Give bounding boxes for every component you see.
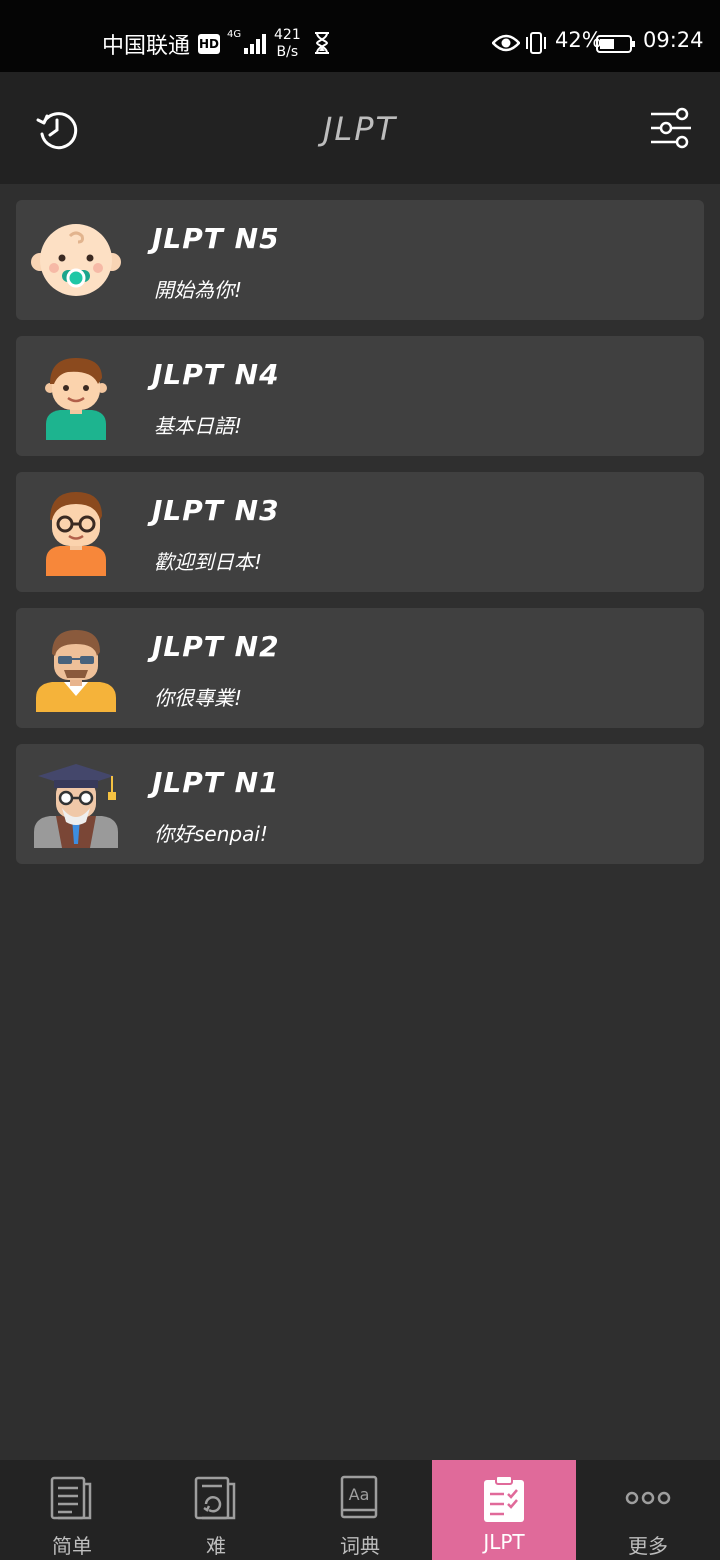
- nav-label: JLPT: [483, 1530, 525, 1554]
- man-avatar-icon: [36, 630, 116, 712]
- nav-label: 词典: [340, 1534, 380, 1558]
- signal-icon: [240, 32, 266, 54]
- level-card-n4[interactable]: JLPT N4 基本日語!: [16, 336, 704, 456]
- nav-item-dictionary[interactable]: Aa 词典: [288, 1460, 432, 1560]
- nav-label: 更多: [628, 1534, 668, 1558]
- eye-comfort-icon: [492, 34, 520, 52]
- book-list-icon: [50, 1476, 92, 1520]
- nav-label: 难: [206, 1534, 226, 1558]
- level-title: JLPT N3: [152, 494, 280, 527]
- hourglass-icon: [315, 32, 329, 54]
- level-card-n1[interactable]: JLPT N1 你好senpai!: [16, 744, 704, 864]
- boy-avatar-icon: [45, 358, 107, 440]
- baby-avatar-icon: [31, 224, 121, 296]
- nav-label: 简单: [52, 1534, 92, 1558]
- battery-icon: [596, 35, 635, 53]
- level-card-n5[interactable]: JLPT N5 開始為你!: [16, 200, 704, 320]
- filter-settings-icon[interactable]: [650, 106, 692, 150]
- level-subtitle: 你好senpai!: [154, 822, 268, 846]
- glasses-boy-avatar-icon: [46, 492, 106, 576]
- level-card-n2[interactable]: JLPT N2 你很專業!: [16, 608, 704, 728]
- clock: 09:24: [643, 28, 704, 52]
- status-bar: 中国联通 HD 4G 421 B/s 42% 09:24: [0, 0, 720, 72]
- level-title: JLPT N1: [152, 766, 280, 799]
- level-subtitle: 基本日語!: [154, 414, 243, 438]
- battery-percent: 42%: [555, 28, 602, 52]
- nav-item-jlpt[interactable]: JLPT: [432, 1460, 576, 1560]
- level-title: JLPT N5: [152, 222, 280, 255]
- network-gen: 4G: [227, 29, 242, 40]
- network-speed: 421 B/s: [274, 27, 301, 61]
- level-list: JLPT N5 開始為你! JLPT N4 基本日語! JLPT N3 歡迎到日…: [16, 200, 704, 880]
- vibrate-icon: [526, 32, 546, 54]
- level-subtitle: 開始為你!: [154, 278, 243, 302]
- level-subtitle: 你很專業!: [154, 686, 243, 710]
- speed-unit: B/s: [276, 44, 299, 60]
- nav-item-more[interactable]: 更多: [576, 1460, 720, 1560]
- level-title: JLPT N2: [152, 630, 280, 663]
- carrier-name: 中国联通: [102, 34, 191, 59]
- svg-text:Aa: Aa: [349, 1485, 370, 1504]
- nav-item-hard[interactable]: 难: [144, 1460, 288, 1560]
- hd-badge: HD: [198, 34, 220, 54]
- clipboard-check-icon: [484, 1475, 524, 1522]
- bottom-nav: 简单 难 Aa 词典 JLPT 更多: [0, 1460, 720, 1560]
- book-refresh-icon: [194, 1476, 236, 1520]
- level-title: JLPT N4: [152, 358, 280, 391]
- app-bar: JLPT: [0, 72, 720, 184]
- more-dots-icon: [625, 1491, 671, 1505]
- level-card-n3[interactable]: JLPT N3 歡迎到日本!: [16, 472, 704, 592]
- page-title: JLPT: [322, 110, 398, 148]
- dictionary-icon: Aa: [340, 1475, 378, 1519]
- nav-item-easy[interactable]: 简单: [0, 1460, 144, 1560]
- speed-value: 421: [274, 27, 301, 43]
- level-subtitle: 歡迎到日本!: [154, 550, 263, 574]
- professor-avatar-icon: [34, 764, 118, 848]
